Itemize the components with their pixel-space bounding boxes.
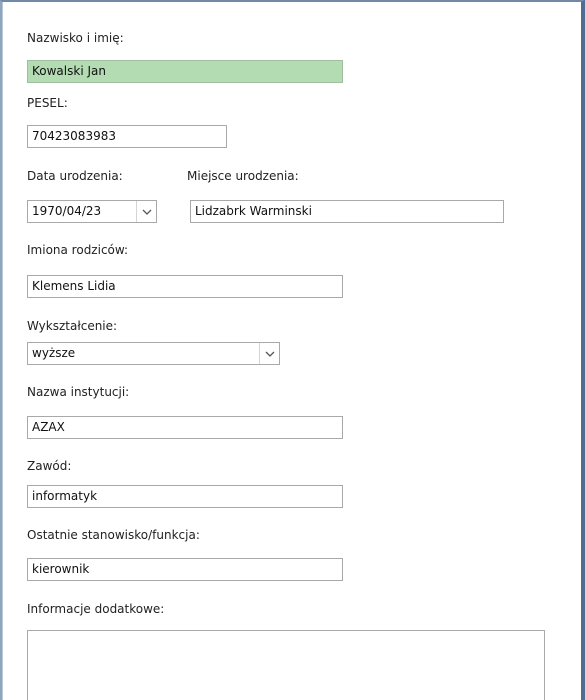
pesel-field[interactable]: 70423083983	[27, 125, 227, 148]
profession-label: Zawód:	[27, 459, 72, 473]
institution-field[interactable]: AZAX	[27, 416, 343, 439]
additional-info-label: Informacje dodatkowe:	[27, 602, 165, 616]
surname-label: Nazwisko i imię:	[27, 31, 124, 45]
position-field[interactable]: kierownik	[27, 558, 343, 581]
education-dropdown-button[interactable]	[259, 343, 279, 364]
surname-field[interactable]: Kowalski Jan	[27, 60, 343, 83]
chevron-down-icon	[142, 209, 151, 215]
birth-place-label: Miejsce urodzenia:	[187, 169, 299, 183]
education-label: Wykształcenie:	[27, 319, 118, 333]
form-panel: Nazwisko i imię: Kowalski Jan PESEL: 704…	[0, 0, 585, 700]
position-label: Ostatnie stanowisko/funkcja:	[27, 528, 200, 542]
education-combo[interactable]: wyższe	[27, 342, 280, 365]
pesel-label: PESEL:	[27, 96, 68, 110]
birth-date-dropdown-button[interactable]	[136, 201, 156, 222]
institution-label: Nazwa instytucji:	[27, 385, 130, 399]
parents-field[interactable]: Klemens Lidia	[27, 275, 343, 298]
additional-info-textarea[interactable]	[27, 630, 545, 700]
parents-label: Imiona rodziców:	[27, 243, 129, 257]
birth-date-label: Data urodzenia:	[27, 169, 123, 183]
chevron-down-icon	[265, 351, 274, 357]
birth-date-combo[interactable]: 1970/04/23	[27, 200, 157, 223]
education-value: wyższe	[32, 346, 76, 360]
birth-place-field[interactable]: Lidzabrk Warminski	[190, 200, 504, 223]
birth-date-value: 1970/04/23	[32, 204, 102, 218]
profession-field[interactable]: informatyk	[27, 485, 343, 508]
